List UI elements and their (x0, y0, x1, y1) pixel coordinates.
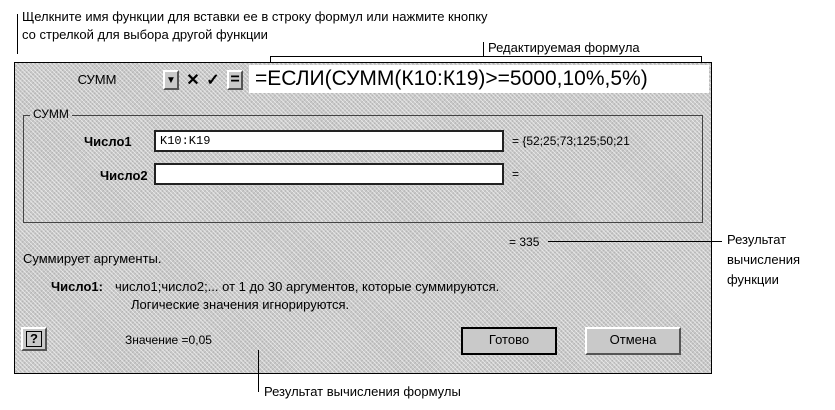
argument-help-text: число1;число2;... от 1 до 30 аргументов,… (115, 279, 500, 294)
callout-bracket-formula (270, 56, 702, 57)
callout-leader-formula-result (258, 350, 259, 392)
equals-icon: = (230, 71, 240, 88)
cancel-button[interactable]: Отмена (585, 327, 681, 355)
group-label: СУММ (30, 107, 72, 121)
check-icon: ✓ (206, 72, 220, 89)
arguments-group: СУММ Число1 K10:K19 = {52;25;73;125;50;2… (23, 107, 703, 223)
formula-bar: СУММ ▼ ✕ ✓ = =ЕСЛИ(СУММ(К10:К19)>=5000,1… (17, 65, 709, 95)
callout-function-result-2: вычисления (727, 252, 801, 267)
formula-value: Значение =0,05 (125, 333, 212, 347)
callout-leader-function-result-ext (714, 241, 722, 242)
callout-edited-formula: Редактируемая формула (488, 40, 640, 55)
callout-insert-function: Щелкните имя функции для вставки ее в ст… (22, 9, 488, 24)
function-description: Суммирует аргументы. (23, 251, 162, 266)
ok-button[interactable]: Готово (461, 327, 557, 355)
chevron-down-icon: ▼ (166, 74, 176, 86)
callout-leader-function-result (548, 241, 714, 242)
callout-leader-left (17, 14, 18, 54)
argument-help-text-2: Логические значения игнорируются. (131, 297, 350, 312)
arg2-label: Число2 (100, 168, 148, 183)
argument-help-label: Число1: (51, 279, 103, 294)
help-icon: ? (26, 331, 42, 347)
callout-function-result-3: функции (727, 272, 779, 287)
function-name-box[interactable]: СУММ (45, 70, 149, 90)
formula-input[interactable]: =ЕСЛИ(СУММ(К10:К19)>=5000,10%,5%) (249, 65, 709, 93)
arg1-result: = {52;25;73;125;50;21 (512, 134, 630, 148)
arg1-input[interactable]: K10:K19 (154, 130, 504, 152)
arg2-result: = (512, 167, 520, 181)
edit-formula-button[interactable]: = (227, 70, 243, 90)
function-dropdown-button[interactable]: ▼ (163, 70, 179, 90)
arg2-input[interactable] (154, 163, 504, 185)
close-icon: ✕ (186, 72, 200, 89)
enter-formula-button[interactable]: ✓ (205, 70, 221, 90)
total-result: = 335 (509, 235, 540, 249)
function-dialog: СУММ ▼ ✕ ✓ = =ЕСЛИ(СУММ(К10:К19)>=5000,1… (14, 62, 712, 374)
callout-insert-function-cont: со стрелкой для выбора другой функции (22, 27, 268, 42)
callout-function-result-1: Результат (727, 232, 787, 247)
callout-leader-formula (483, 42, 484, 56)
arg1-label: Число1 (84, 134, 132, 149)
cancel-formula-button[interactable]: ✕ (185, 70, 201, 90)
help-button[interactable]: ? (21, 327, 47, 351)
callout-formula-result: Результат вычисления формулы (264, 384, 461, 399)
